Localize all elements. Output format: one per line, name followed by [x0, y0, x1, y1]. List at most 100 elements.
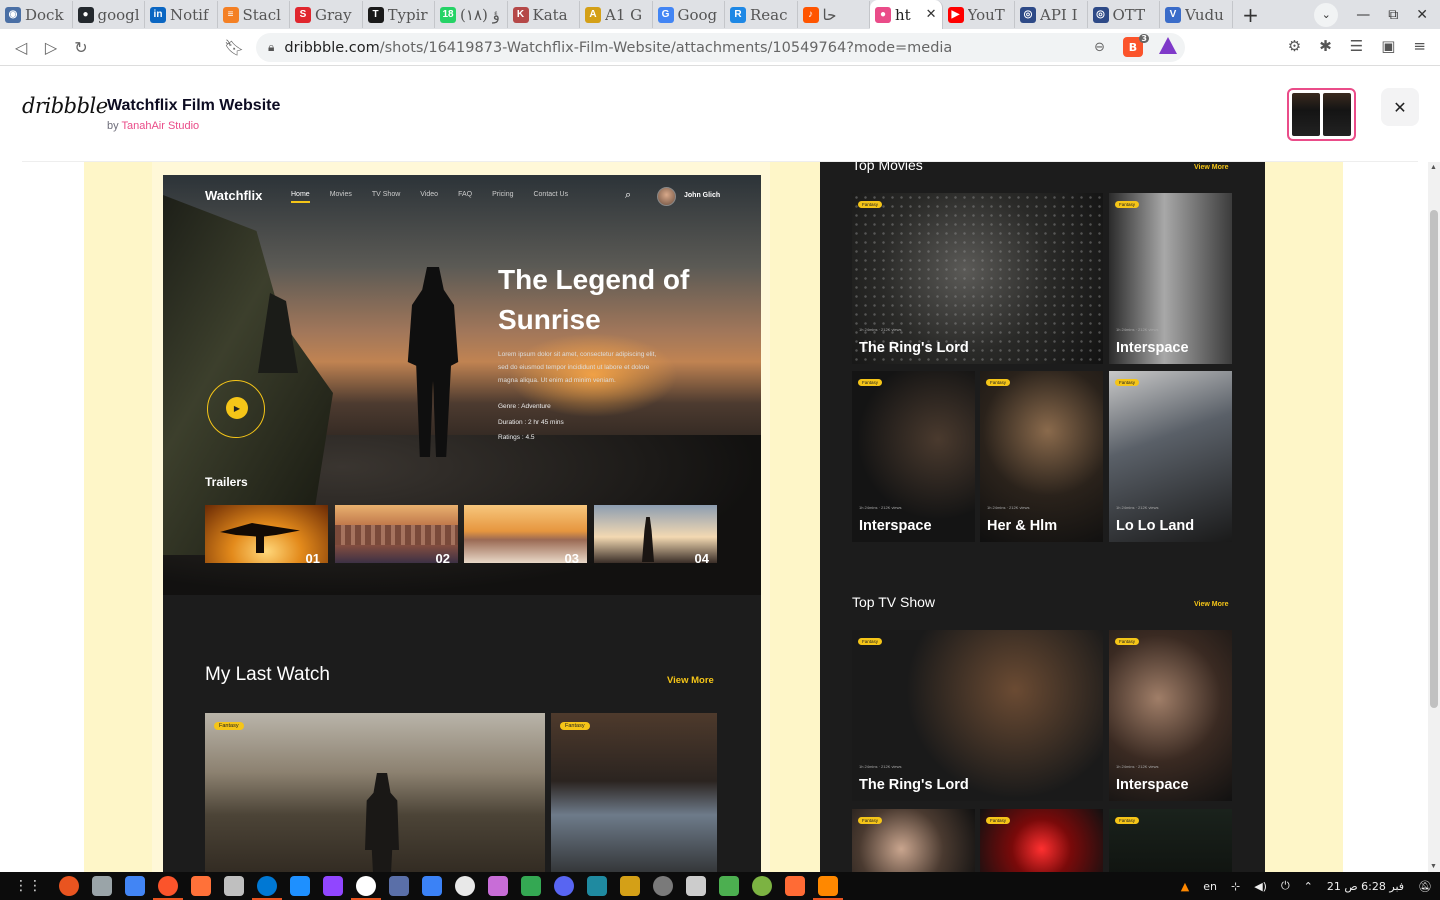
minimize-icon[interactable]: —	[1356, 7, 1370, 23]
reload-icon[interactable]: ↻	[66, 38, 96, 57]
browser-tab[interactable]: K Kata	[508, 1, 580, 28]
back-icon[interactable]: ◁	[6, 38, 36, 57]
language-indicator[interactable]: en	[1203, 880, 1217, 893]
taskbar-app-icon[interactable]	[190, 876, 211, 896]
browser-tab[interactable]: ≡ Stacl	[218, 1, 290, 28]
taskbar-app-icon[interactable]	[91, 876, 112, 896]
taskbar-app-icon[interactable]	[784, 876, 805, 896]
scroll-down-icon[interactable]: ▼	[1430, 863, 1437, 870]
new-tab-icon[interactable]: +	[1237, 3, 1265, 27]
app-grid-icon[interactable]: ⋮⋮	[14, 878, 42, 894]
taskbar-app-icon[interactable]	[421, 876, 442, 896]
trailer-number: 04	[694, 551, 709, 563]
brave-shields-icon[interactable]: B3	[1123, 34, 1149, 57]
taskbar-app-icon[interactable]	[350, 876, 381, 900]
tab-label: Typir	[387, 5, 428, 24]
lock-icon[interactable]: 🔒︎	[268, 40, 274, 55]
browser-tab[interactable]: ● ht ✕	[870, 0, 943, 29]
tab-search-dropdown-icon[interactable]: ⌄	[1314, 2, 1339, 27]
show-card: Fantasy 1h 24mins · 212K views Interspace	[1109, 630, 1232, 801]
browser-tab[interactable]: ▶ YouT	[943, 1, 1015, 28]
menu-icon[interactable]: ≡	[1413, 37, 1426, 55]
taskbar-app-icon[interactable]	[812, 876, 843, 900]
tab-label: Dock	[25, 5, 64, 24]
tab-favicon-icon: V	[1165, 6, 1181, 23]
vlc-tray-icon[interactable]: ▲	[1181, 880, 1189, 893]
taskbar-app-icon[interactable]	[487, 876, 508, 896]
bookmark-icon[interactable]: 🔖︎	[219, 38, 249, 57]
browser-tab[interactable]: A A1 G	[580, 1, 653, 28]
taskbar-app-icon[interactable]	[322, 876, 343, 896]
browser-tab[interactable]: ● googl	[73, 1, 145, 28]
taskbar-app-icon[interactable]	[619, 876, 640, 896]
tray-expand-icon[interactable]: ⌃	[1304, 880, 1313, 893]
browser-tab[interactable]: S Gray	[290, 1, 363, 28]
show-card: Fantasy 1h 24mins · 212K views The Ring's …	[852, 630, 1103, 801]
tab-label: Gray	[315, 5, 352, 24]
trailer-thumb: 02	[335, 505, 458, 563]
wallet-icon[interactable]: ▣	[1381, 37, 1395, 55]
tab-favicon-icon: in	[150, 6, 166, 23]
show-card: Fantasy	[980, 809, 1103, 872]
tab-label: ht	[895, 5, 911, 24]
notifications-off-icon[interactable]: 🔕︎	[1418, 880, 1432, 893]
taskbar-app-icon[interactable]	[718, 876, 739, 896]
show-title: The Ring's Lord	[859, 777, 969, 793]
dribbble-logo[interactable]: dribbble	[22, 94, 108, 118]
playlist-icon[interactable]: ☰	[1350, 37, 1363, 55]
taskbar-app-icon[interactable]	[289, 876, 310, 896]
browser-tab[interactable]: ♪ حا	[798, 1, 870, 28]
hero-description: Lorem ipsum dolor sit amet, consectetur …	[498, 351, 657, 384]
extension-icon[interactable]: ⚙	[1288, 37, 1301, 55]
close-viewer-button[interactable]: ✕	[1381, 88, 1419, 126]
view-more-link: View More	[1194, 601, 1229, 608]
taskbar-app-icon[interactable]	[751, 876, 772, 896]
taskbar-app-icon[interactable]	[454, 876, 475, 896]
browser-tab[interactable]: ◎ API I	[1015, 1, 1088, 28]
tab-label: Stacl	[242, 5, 281, 24]
taskbar-app-icon[interactable]	[124, 876, 145, 896]
browser-tab[interactable]: R Reac	[725, 1, 798, 28]
close-window-icon[interactable]: ✕	[1416, 7, 1428, 23]
volume-icon[interactable]: ◀︎)	[1254, 880, 1267, 893]
browser-tab[interactable]: T Typir	[363, 1, 435, 28]
browser-tab[interactable]: 18 (١٨) ؤ	[435, 1, 508, 28]
tab-close-icon[interactable]: ✕	[926, 7, 937, 22]
browser-tab[interactable]: V Vudu	[1160, 1, 1233, 28]
taskbar-app-icon[interactable]	[152, 876, 183, 900]
movie-title: The Ring's Lord	[859, 340, 969, 356]
page-scrollbar[interactable]: ▲ ▼	[1428, 162, 1440, 872]
taskbar-app-icon[interactable]	[553, 876, 574, 896]
forward-icon[interactable]: ▷	[36, 38, 66, 57]
taskbar-app-icon[interactable]	[520, 876, 541, 896]
network-icon[interactable]: ⊹	[1231, 880, 1240, 893]
address-bar[interactable]: 🔒︎ dribbble.com/shots/16419873-Watchflix…	[256, 33, 1185, 62]
puzzle-icon[interactable]: ✱	[1319, 37, 1332, 55]
taskbar-app-icon[interactable]	[685, 876, 706, 896]
browser-tab[interactable]: ◉ Dock	[0, 1, 73, 28]
attachment-thumbnail[interactable]	[1287, 88, 1356, 141]
taskbar-app-icon[interactable]	[388, 876, 409, 896]
browser-tab[interactable]: ◎ OTT	[1088, 1, 1160, 28]
power-icon[interactable]: ⏻	[1281, 879, 1290, 893]
taskbar-app-icon[interactable]	[652, 876, 673, 896]
restore-icon[interactable]: ⧉	[1388, 7, 1398, 23]
browser-tab[interactable]: in Notif	[145, 1, 218, 28]
site-nav-item: TV Show	[371, 191, 401, 198]
taskbar-app-icon[interactable]	[251, 876, 282, 900]
scrollbar-thumb[interactable]	[1430, 210, 1438, 708]
shields-count: 3	[1139, 34, 1149, 43]
scroll-up-icon[interactable]: ▲	[1430, 164, 1437, 171]
site-nav-item: Video	[420, 191, 439, 198]
clock[interactable]: 21 فبر 6:28 ص	[1327, 880, 1404, 893]
tab-label: API I	[1040, 5, 1078, 24]
taskbar-app-icon[interactable]	[586, 876, 607, 896]
browser-tab[interactable]: G Goog	[653, 1, 725, 28]
author-link[interactable]: TanahAir Studio	[121, 120, 199, 132]
genre-tag: Fantasy	[858, 379, 883, 386]
brave-rewards-icon[interactable]	[1159, 37, 1177, 54]
genre: Genre : Adventure	[498, 403, 551, 410]
taskbar-app-icon[interactable]	[223, 876, 244, 896]
zoom-icon[interactable]: ⊖	[1094, 40, 1105, 55]
taskbar-app-icon[interactable]	[58, 876, 79, 896]
